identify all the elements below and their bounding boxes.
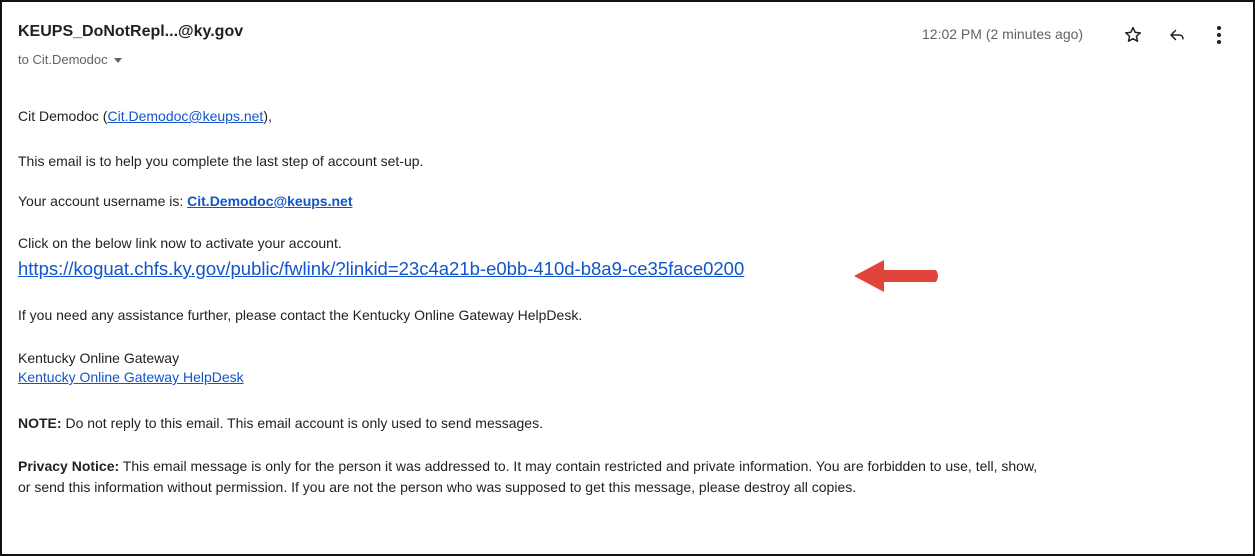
assistance-line: If you need any assistance further, plea… — [18, 307, 583, 323]
help-line: This email is to help you complete the l… — [18, 153, 424, 169]
privacy-notice: Privacy Notice: This email message is on… — [18, 456, 1238, 498]
username-link[interactable]: Cit.Demodoc@keups.net — [187, 193, 352, 209]
more-vert-icon[interactable] — [1208, 24, 1230, 46]
sender-name[interactable]: KEUPS_DoNotRepl...@ky.gov — [18, 23, 243, 41]
greeting-end: ), — [263, 108, 272, 124]
helpdesk-link[interactable]: Kentucky Online Gateway HelpDesk — [18, 369, 244, 385]
privacy-line-1: Privacy Notice: This email message is on… — [18, 456, 1238, 477]
activate-instruction: Click on the below link now to activate … — [18, 235, 342, 251]
chevron-down-icon[interactable] — [113, 58, 122, 63]
greeting-email-link[interactable]: Cit.Demodoc@keups.net — [107, 108, 263, 124]
email-timestamp: 12:02 PM (2 minutes ago) — [922, 26, 1084, 42]
note-label: NOTE: — [18, 415, 62, 431]
recipient-label: to Cit.Demodoc — [18, 52, 108, 67]
note-text: Do not reply to this email. This email a… — [61, 415, 543, 431]
signature-name: Kentucky Online Gateway — [18, 350, 180, 366]
email-message-panel: KEUPS_DoNotRepl...@ky.gov to Cit.Demodoc… — [0, 0, 1255, 556]
username-label: Your account username is: — [18, 193, 188, 209]
greeting-line: Cit Demodoc (Cit.Demodoc@keups.net), — [18, 108, 272, 124]
greeting-name: Cit Demodoc ( — [18, 108, 108, 124]
red-arrow-icon — [850, 256, 942, 301]
recipient-line[interactable]: to Cit.Demodoc — [18, 52, 122, 67]
privacy-text-1: This email message is only for the perso… — [119, 458, 1038, 474]
reply-icon[interactable] — [1166, 24, 1188, 46]
username-line: Your account username is: Cit.Demodoc@ke… — [18, 193, 352, 209]
note-line: NOTE: Do not reply to this email. This e… — [18, 415, 543, 431]
privacy-label: Privacy Notice: — [18, 458, 120, 474]
star-icon[interactable] — [1122, 24, 1144, 46]
privacy-line-2: or send this information without permiss… — [18, 479, 857, 495]
activation-link[interactable]: https://koguat.chfs.ky.gov/public/fwlink… — [18, 258, 744, 280]
